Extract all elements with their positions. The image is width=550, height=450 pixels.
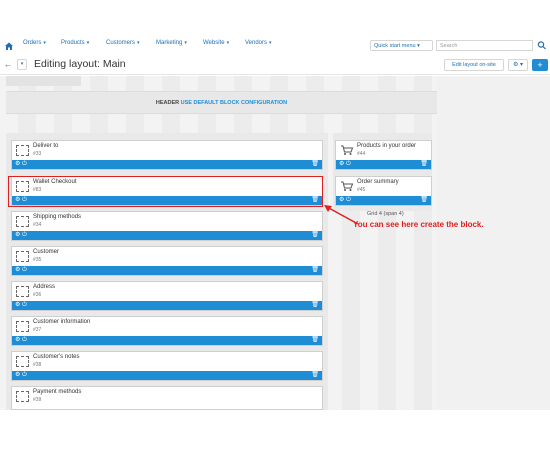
gear-power-icon[interactable]: ⚙ ⏻: [15, 371, 27, 380]
trash-icon[interactable]: 🗑: [311, 231, 319, 240]
trash-icon[interactable]: 🗑: [311, 266, 319, 275]
gear-power-icon[interactable]: ⚙ ⏻: [15, 160, 27, 169]
search-input[interactable]: Search: [436, 40, 533, 51]
block-customer[interactable]: Customer #35 ⚙ ⏻ 🗑: [11, 246, 323, 276]
block-shipping-methods[interactable]: Shipping methods #34 ⚙ ⏻ 🗑: [11, 211, 323, 241]
gear-icon: ⚙: [512, 62, 519, 68]
right-panel: [437, 76, 550, 410]
block-toolbar: ⚙ ⏻ 🗑: [12, 301, 322, 310]
block-toolbar: ⚙ ⏻ 🗑: [336, 160, 431, 169]
back-arrow-icon[interactable]: ←: [3, 59, 13, 70]
block-customer-information[interactable]: Customer information #37 ⚙ ⏻ 🗑: [11, 316, 323, 346]
block-icon: [16, 145, 29, 156]
trash-icon[interactable]: 🗑: [420, 196, 428, 205]
block-payment-methods[interactable]: Payment methods #39: [11, 386, 323, 410]
add-button[interactable]: +: [532, 59, 548, 71]
block-icon: [16, 286, 29, 297]
header-label: HEADER: [155, 100, 180, 106]
annotation-text: You can see here create the block.: [353, 220, 484, 229]
block-toolbar: ⚙ ⏻ 🗑: [12, 266, 322, 275]
trash-icon[interactable]: 🗑: [311, 160, 319, 169]
gear-power-icon[interactable]: ⚙ ⏻: [15, 231, 27, 240]
nav-item-orders[interactable]: Orders ▾: [23, 40, 46, 46]
chevron-down-icon[interactable]: ▾: [17, 59, 27, 70]
block-icon: [16, 356, 29, 367]
cart-icon: [341, 145, 354, 155]
page-title: Editing layout: Main: [34, 58, 126, 70]
trash-icon[interactable]: 🗑: [311, 336, 319, 345]
highlight-box: [8, 176, 323, 207]
quick-start-menu[interactable]: Quick start menu ▾: [370, 40, 433, 51]
trash-icon[interactable]: 🗑: [311, 301, 319, 310]
trash-icon[interactable]: 🗑: [420, 160, 428, 169]
block-toolbar: ⚙ ⏻ 🗑: [12, 371, 322, 380]
block-icon: [16, 321, 29, 332]
block-products-in-your-order[interactable]: Products in your order #44 ⚙ ⏻ 🗑: [335, 140, 432, 170]
nav-item-marketing[interactable]: Marketing ▾: [156, 40, 187, 46]
top-container: [6, 76, 81, 86]
title-bar: ← ▾ Editing layout: Main Edit layout on-…: [0, 56, 550, 75]
header-container: HEADER USE DEFAULT BLOCK CONFIGURATION: [6, 91, 437, 114]
nav-item-products[interactable]: Products ▾: [61, 40, 89, 46]
search-icon[interactable]: [536, 40, 548, 51]
trash-icon[interactable]: 🗑: [311, 371, 319, 380]
nav-item-customers[interactable]: Customers ▾: [106, 40, 140, 46]
edit-layout-on-site-button[interactable]: Edit layout on-site: [444, 59, 504, 71]
block-toolbar: ⚙ ⏻ 🗑: [12, 336, 322, 345]
page: Orders ▾ Products ▾ Customers ▾ Marketing ▾ …: [0, 0, 550, 450]
gear-power-icon[interactable]: ⚙ ⏻: [339, 160, 351, 169]
nav-item-website[interactable]: Website ▾: [203, 40, 229, 46]
top-nav: Orders ▾ Products ▾ Customers ▾ Marketing ▾ …: [0, 38, 550, 54]
block-icon: [16, 216, 29, 227]
settings-dropdown-button[interactable]: ⚙ ▾: [508, 59, 528, 71]
block-icon: [16, 391, 29, 402]
gear-power-icon[interactable]: ⚙ ⏻: [15, 301, 27, 310]
block-toolbar: ⚙ ⏻ 🗑: [12, 231, 322, 240]
gear-power-icon[interactable]: ⚙ ⏻: [15, 336, 27, 345]
use-default-block-config-link[interactable]: USE DEFAULT BLOCK CONFIGURATION: [181, 100, 287, 106]
gear-power-icon[interactable]: ⚙ ⏻: [15, 266, 27, 275]
block-icon: [16, 251, 29, 262]
block-toolbar: ⚙ ⏻ 🗑: [12, 160, 322, 169]
nav-item-vendors[interactable]: Vendors ▾: [245, 40, 272, 46]
grid-label: Grid 4 (span 4): [367, 211, 404, 217]
cart-icon: [341, 181, 354, 191]
block-address[interactable]: Address #36 ⚙ ⏻ 🗑: [11, 281, 323, 311]
home-icon[interactable]: [4, 41, 14, 51]
block-customers-notes[interactable]: Customer's notes #38 ⚙ ⏻ 🗑: [11, 351, 323, 381]
block-deliver-to[interactable]: Deliver to #33 ⚙ ⏻ 🗑: [11, 140, 323, 170]
